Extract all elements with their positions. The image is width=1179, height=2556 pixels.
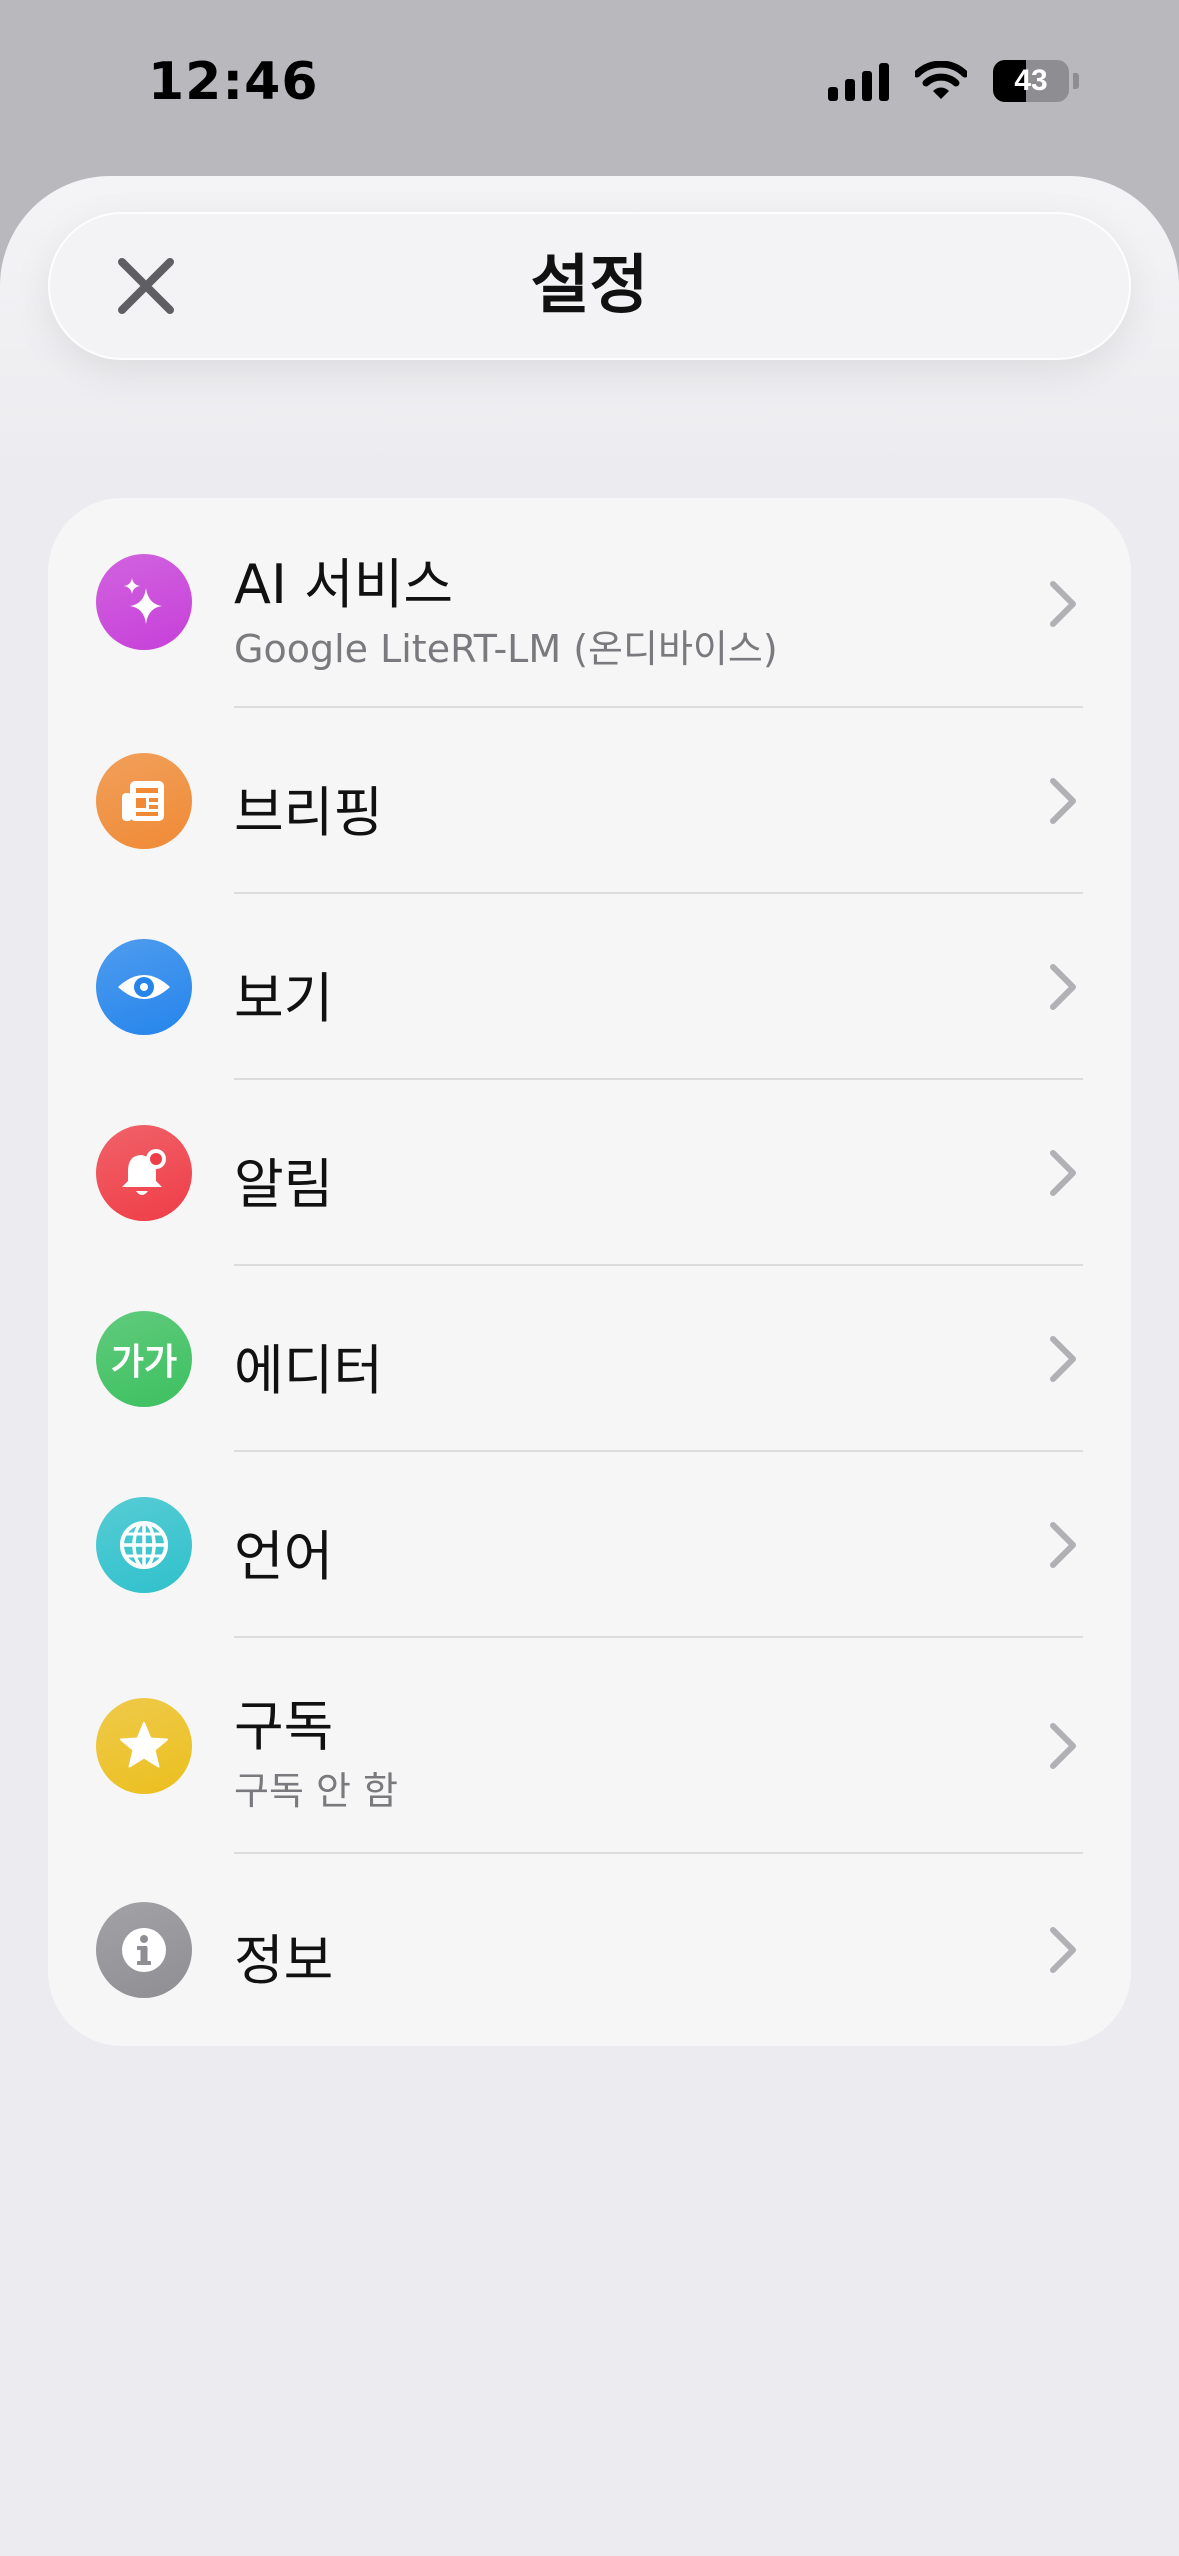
status-time: 12:46 <box>148 52 319 112</box>
setting-label: 구독 <box>234 1695 334 1758</box>
battery-icon: 43 <box>993 60 1069 102</box>
settings-row-language[interactable]: 언어 <box>48 1452 1131 1638</box>
chevron-right-icon <box>1043 771 1083 831</box>
chevron-right-icon <box>1043 1329 1083 1389</box>
text-size-icon: 가가 <box>96 1311 192 1407</box>
editor-icon-text: 가가 <box>110 1342 178 1383</box>
settings-list: AI 서비스 Google LiteRT-LM (온디바이스) 브리핑 보기 알… <box>48 498 1131 2046</box>
wifi-icon <box>915 61 967 99</box>
setting-label: 에디터 <box>234 1339 384 1402</box>
settings-row-briefing[interactable]: 브리핑 <box>48 708 1131 894</box>
setting-label: 보기 <box>234 967 334 1030</box>
setting-label: 브리핑 <box>234 781 384 844</box>
header-bar: 설정 <box>48 212 1131 360</box>
chevron-right-icon <box>1043 1920 1083 1980</box>
chevron-right-icon <box>1043 1143 1083 1203</box>
bell-badge-icon <box>96 1125 192 1221</box>
setting-subtitle: 구독 안 함 <box>234 1769 398 1813</box>
settings-row-about[interactable]: 정보 <box>48 1854 1131 2046</box>
info-icon <box>96 1902 192 1998</box>
page-title: 설정 <box>530 249 649 323</box>
settings-row-subscription[interactable]: 구독 구독 안 함 <box>48 1638 1131 1854</box>
settings-row-ai-service[interactable]: AI 서비스 Google LiteRT-LM (온디바이스) <box>48 498 1131 708</box>
globe-icon <box>96 1497 192 1593</box>
chevron-right-icon <box>1043 574 1083 634</box>
close-button[interactable] <box>96 236 196 336</box>
setting-subtitle: Google LiteRT-LM (온디바이스) <box>234 627 778 671</box>
setting-label: 알림 <box>234 1153 334 1216</box>
sparkles-icon <box>96 554 192 650</box>
chevron-right-icon <box>1043 1515 1083 1575</box>
chevron-right-icon <box>1043 1716 1083 1776</box>
setting-label: AI 서비스 <box>234 553 454 616</box>
setting-label: 언어 <box>234 1525 334 1588</box>
close-icon <box>118 258 174 314</box>
newspaper-icon <box>96 753 192 849</box>
chevron-right-icon <box>1043 957 1083 1017</box>
battery-cap <box>1073 73 1079 89</box>
status-bar: 12:46 43 <box>0 0 1179 176</box>
setting-label: 정보 <box>234 1929 334 1992</box>
settings-row-view[interactable]: 보기 <box>48 894 1131 1080</box>
eye-icon <box>96 939 192 1035</box>
status-icons: 43 <box>828 60 1079 102</box>
settings-row-editor[interactable]: 가가 에디터 <box>48 1266 1131 1452</box>
battery-percentage: 43 <box>1014 64 1048 97</box>
cellular-signal-icon <box>828 61 889 101</box>
settings-row-notifications[interactable]: 알림 <box>48 1080 1131 1266</box>
star-icon <box>96 1698 192 1794</box>
settings-sheet: 설정 AI 서비스 Google LiteRT-LM (온디바이스) 브리핑 보… <box>0 176 1179 2556</box>
